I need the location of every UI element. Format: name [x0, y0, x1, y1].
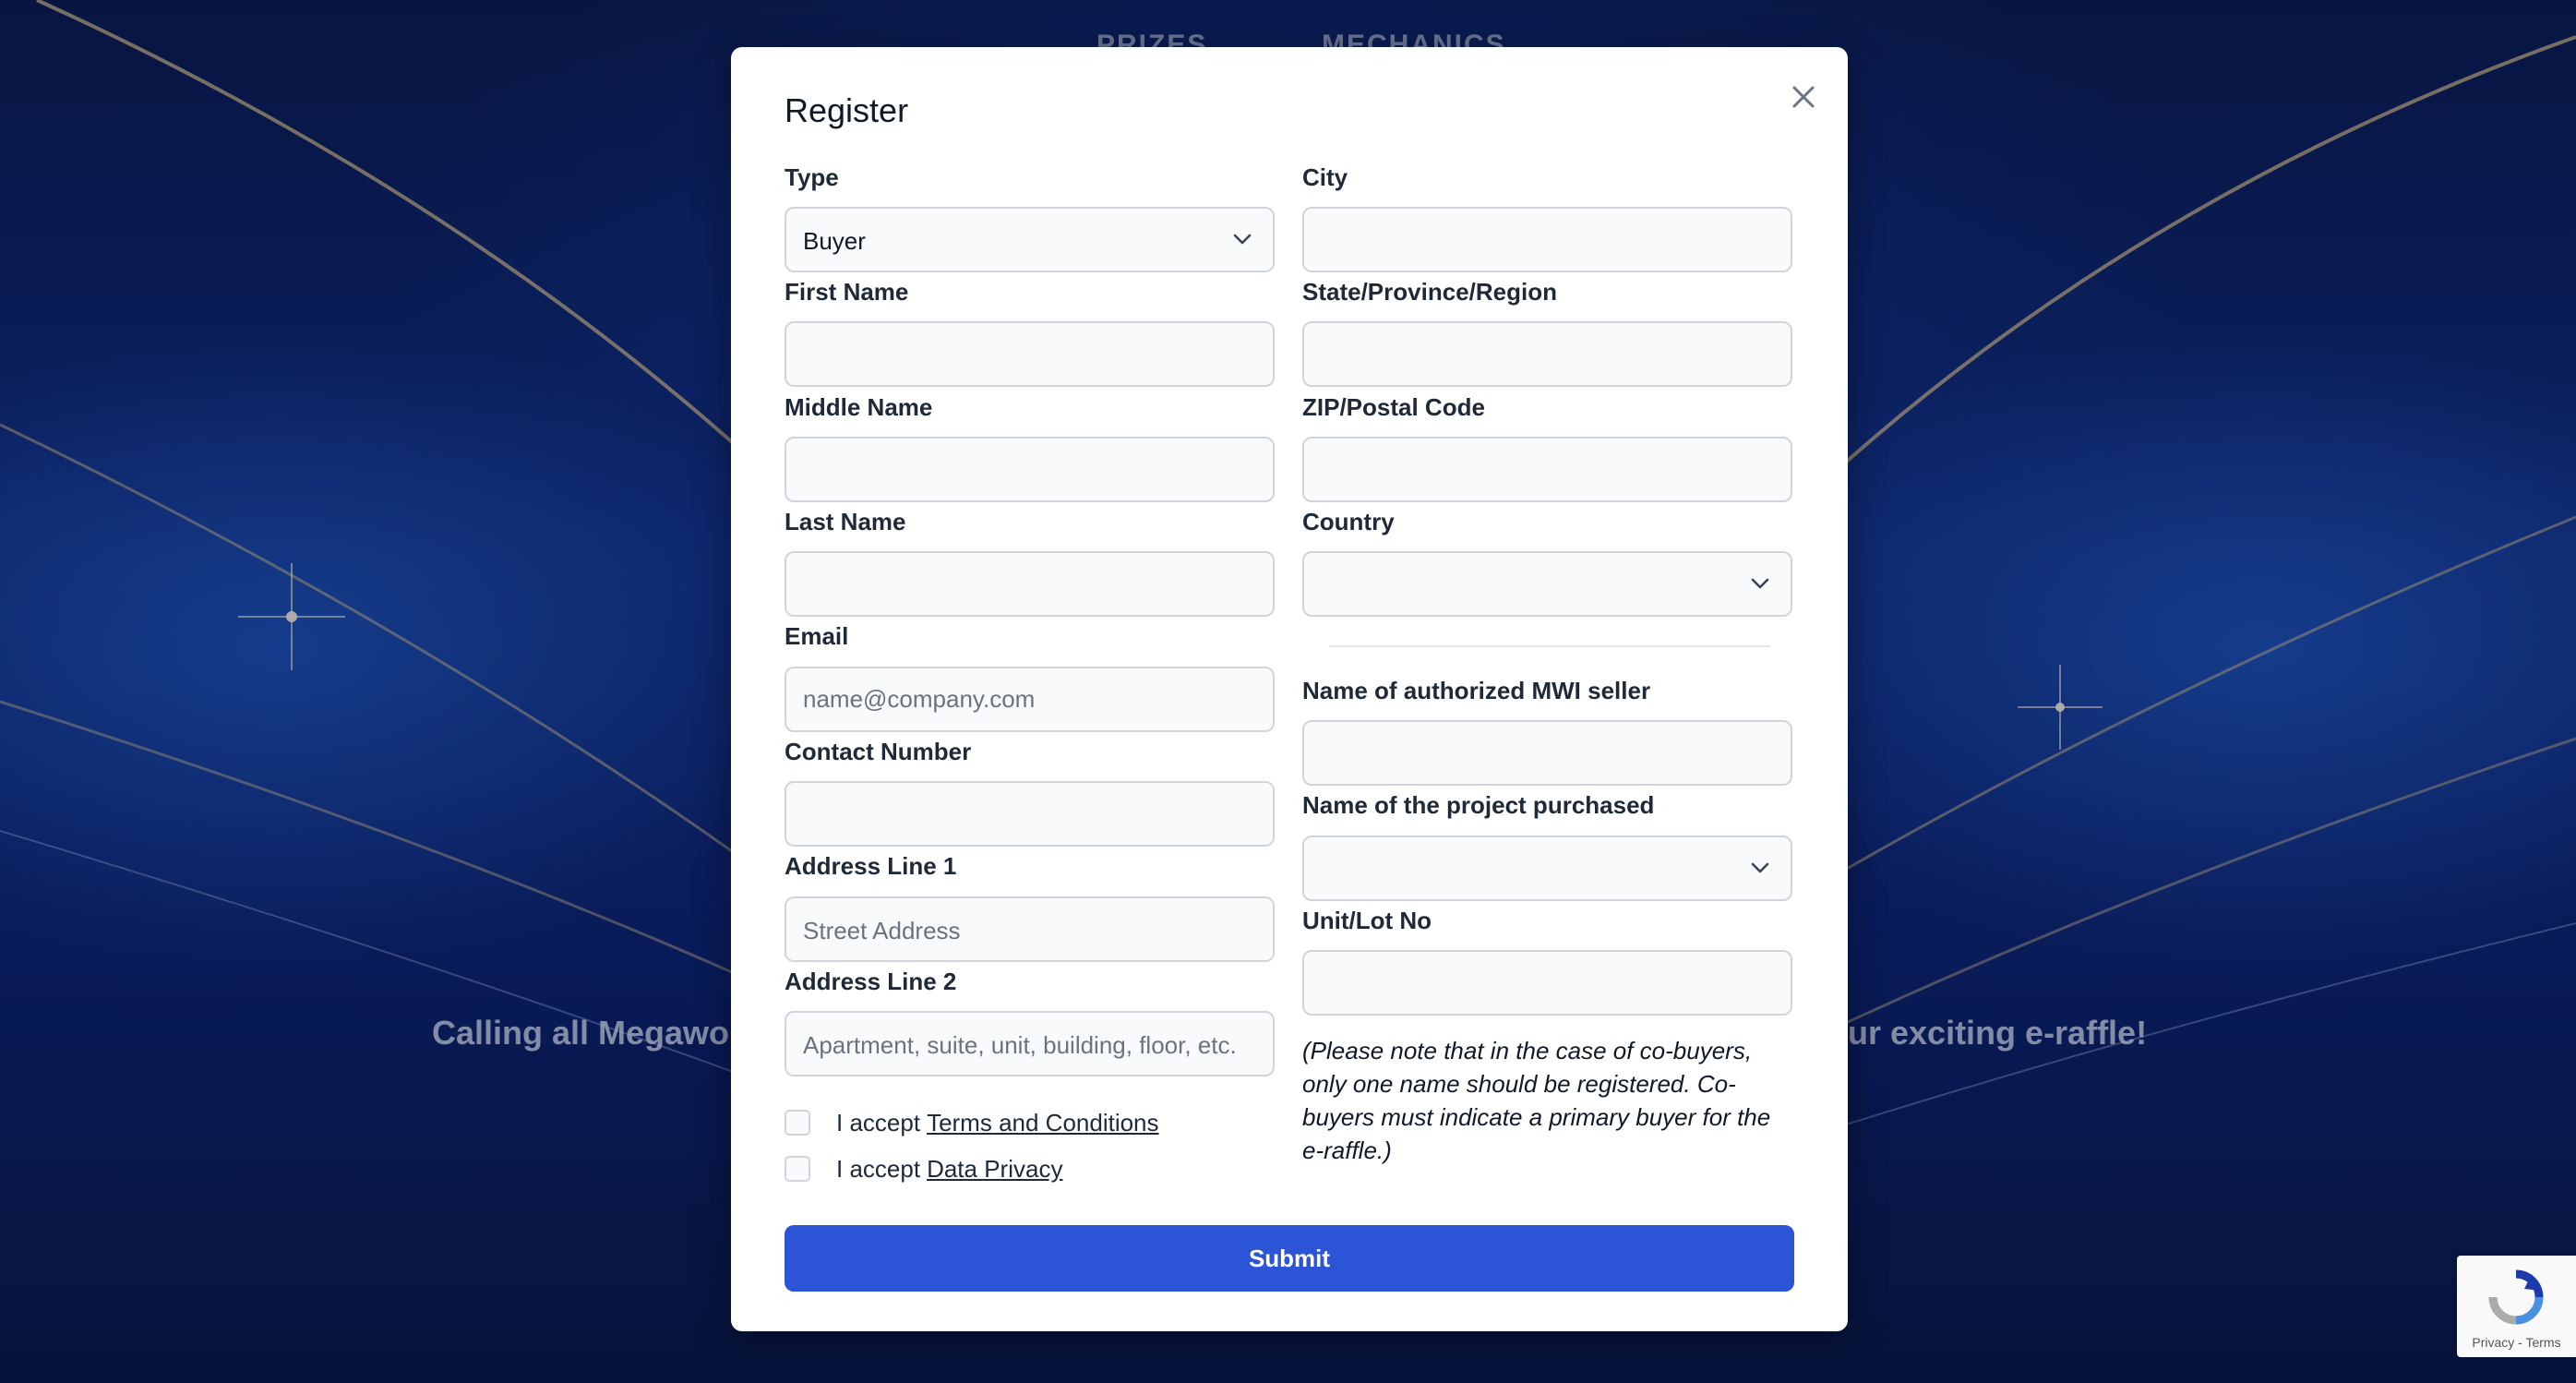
chevron-down-icon	[1233, 234, 1252, 245]
type-select[interactable]: Buyer	[785, 207, 1275, 272]
recaptcha-links[interactable]: Privacy - Terms	[2457, 1335, 2576, 1350]
country-label: Country	[1302, 508, 1395, 535]
chevron-down-icon	[1751, 862, 1769, 873]
address-line-1-label: Address Line 1	[785, 852, 957, 880]
unit-lot-label: Unit/Lot No	[1302, 907, 1432, 934]
submit-button[interactable]: Submit	[785, 1225, 1794, 1292]
last-name-label: Last Name	[785, 508, 906, 535]
recaptcha-logo-icon	[2488, 1269, 2544, 1325]
city-label: City	[1302, 163, 1348, 191]
privacy-row: I accept Data Privacy	[785, 1154, 1062, 1184]
first-name-input[interactable]	[785, 321, 1275, 387]
close-icon	[1792, 86, 1815, 108]
country-select[interactable]	[1302, 551, 1792, 617]
register-modal: Register Type Buyer First Name Middle Na…	[731, 47, 1848, 1331]
privacy-prefix: I accept	[836, 1154, 921, 1183]
city-input[interactable]	[1302, 207, 1792, 272]
chevron-down-icon	[1751, 578, 1769, 589]
project-label: Name of the project purchased	[1302, 791, 1655, 819]
zip-input[interactable]	[1302, 437, 1792, 502]
section-divider	[1329, 645, 1770, 647]
state-label: State/Province/Region	[1302, 278, 1557, 306]
type-select-value: Buyer	[803, 227, 866, 255]
middle-name-input[interactable]	[785, 437, 1275, 502]
terms-link[interactable]: Terms and Conditions	[927, 1109, 1158, 1137]
address-line-2-label: Address Line 2	[785, 968, 957, 995]
terms-row: I accept Terms and Conditions	[785, 1108, 1159, 1137]
close-button[interactable]	[1783, 77, 1824, 117]
contact-number-input[interactable]	[785, 781, 1275, 847]
terms-prefix: I accept	[836, 1108, 921, 1136]
zip-label: ZIP/Postal Code	[1302, 393, 1485, 421]
seller-input[interactable]	[1302, 720, 1792, 786]
address-line-2-input[interactable]	[785, 1011, 1275, 1076]
last-name-input[interactable]	[785, 551, 1275, 617]
terms-checkbox[interactable]	[785, 1110, 810, 1136]
state-input[interactable]	[1302, 321, 1792, 387]
co-buyer-note: (Please note that in the case of co-buye…	[1302, 1037, 1771, 1164]
contact-number-label: Contact Number	[785, 738, 972, 765]
modal-title: Register	[785, 91, 909, 129]
seller-label: Name of authorized MWI seller	[1302, 677, 1651, 704]
privacy-link[interactable]: Data Privacy	[927, 1155, 1062, 1184]
email-label: Email	[785, 622, 849, 650]
unit-lot-input[interactable]	[1302, 950, 1792, 1016]
first-name-label: First Name	[785, 278, 909, 306]
recaptcha-badge[interactable]: Privacy - Terms	[2457, 1256, 2576, 1357]
privacy-checkbox[interactable]	[785, 1156, 810, 1182]
project-select[interactable]	[1302, 836, 1792, 901]
middle-name-label: Middle Name	[785, 393, 933, 421]
type-label: Type	[785, 163, 839, 191]
address-line-1-input[interactable]	[785, 896, 1275, 962]
email-input[interactable]	[785, 667, 1275, 732]
